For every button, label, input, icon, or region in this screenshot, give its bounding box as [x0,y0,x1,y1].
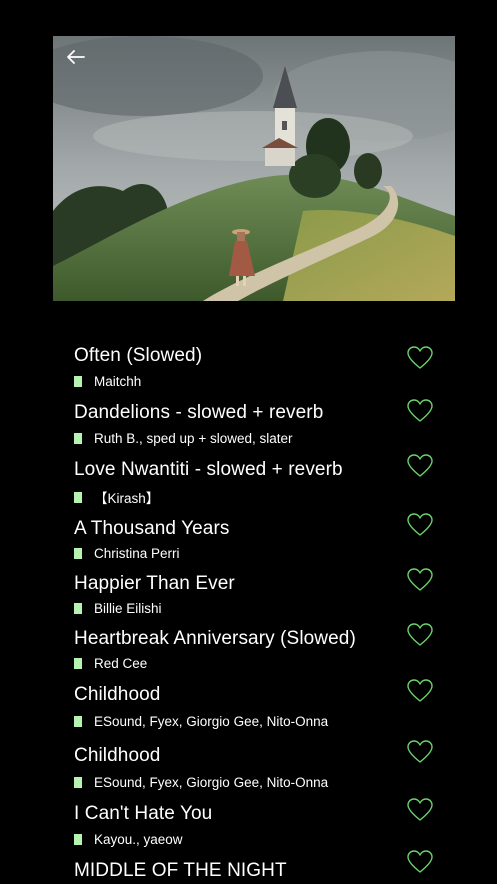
track-title: Childhood [74,745,161,766]
track-artist: Red Cee [94,656,148,671]
track-title: A Thousand Years [74,518,230,539]
artist-badge-icon [74,777,82,788]
heart-icon[interactable] [406,567,434,593]
track-artist-row: 【Kirash】 [74,487,159,507]
heart-icon[interactable] [406,739,434,765]
heart-icon[interactable] [406,849,434,875]
artist-badge-icon [74,433,82,444]
track-artist: ESound, Fyex, Giorgio Gee, Nito-Onna [94,775,329,790]
track-artist: Billie Eilishi [94,601,162,616]
cover-illustration [53,36,455,301]
track-title: I Can't Hate You [74,803,213,824]
heart-icon[interactable] [406,345,434,371]
track-title: Childhood [74,684,161,705]
track-artist-row: ESound, Fyex, Giorgio Gee, Nito-Onna [74,775,328,790]
track-artist-row: Christina Perri [74,546,180,561]
heart-icon[interactable] [406,622,434,648]
track-artist-row: Maitchh [74,374,141,389]
track-artist: Kayou., yaeow [94,832,183,847]
back-button[interactable] [63,44,89,70]
track-artist: 【Kirash】 [94,491,160,506]
track-artist-row: Ruth B., sped up + slowed, slater [74,431,293,446]
track-title: Dandelions - slowed + reverb [74,402,324,423]
heart-icon[interactable] [406,453,434,479]
heart-icon[interactable] [406,398,434,424]
heart-icon[interactable] [406,512,434,538]
track-title: Heartbreak Anniversary (Slowed) [74,628,356,649]
track-title: Often (Slowed) [74,345,203,366]
track-artist-row: Kayou., yaeow [74,832,183,847]
arrow-left-icon [67,50,85,64]
artist-badge-icon [74,834,82,845]
track-artist-row: Red Cee [74,656,147,671]
track-title: Love Nwantiti - slowed + reverb [74,459,343,480]
artist-badge-icon [74,548,82,559]
heart-icon[interactable] [406,678,434,704]
track-artist-row: Billie Eilishi [74,601,162,616]
artist-badge-icon [74,658,82,669]
artist-badge-icon [74,603,82,614]
playlist-cover-image [53,36,455,301]
heart-icon[interactable] [406,797,434,823]
track-artist: Christina Perri [94,546,180,561]
track-artist: Maitchh [94,374,142,389]
track-title: Happier Than Ever [74,573,235,594]
artist-badge-icon [74,491,82,503]
artist-badge-icon [74,376,82,387]
artist-badge-icon [74,716,82,727]
track-title: MIDDLE OF THE NIGHT [74,860,287,881]
track-artist: Ruth B., sped up + slowed, slater [94,431,293,446]
track-artist-row: ESound, Fyex, Giorgio Gee, Nito-Onna [74,714,328,729]
track-artist: ESound, Fyex, Giorgio Gee, Nito-Onna [94,714,329,729]
